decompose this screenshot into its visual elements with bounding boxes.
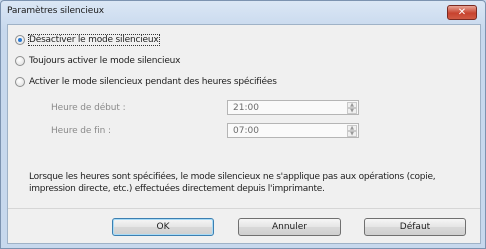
default-button[interactable]: Défaut: [364, 218, 466, 236]
radio-button[interactable]: [15, 35, 25, 45]
stepper-buttons: ▲ ▼: [347, 102, 357, 114]
dialog-window: Paramètres silencieux ✕ Désactiver le mo…: [0, 0, 486, 249]
radio-label: Désactiver le mode silencieux: [28, 34, 160, 46]
ok-button[interactable]: OK: [112, 218, 214, 236]
start-time-value: 21:00: [233, 103, 259, 113]
radio-button[interactable]: [15, 56, 25, 66]
radio-button[interactable]: [15, 77, 25, 87]
title-bar: Paramètres silencieux ✕: [1, 1, 485, 23]
close-button[interactable]: ✕: [447, 5, 477, 20]
divider: [8, 208, 480, 209]
cancel-button[interactable]: Annuler: [238, 218, 341, 236]
radio-disable-silent[interactable]: Désactiver le mode silencieux: [15, 33, 160, 47]
stepper-buttons: ▲ ▼: [347, 125, 357, 137]
dialog-body: Désactiver le mode silencieux Toujours a…: [7, 24, 481, 244]
radio-label: Toujours activer le mode silencieux: [29, 56, 181, 66]
info-note: Lorsque les heures sont spécifiées, le m…: [29, 172, 436, 194]
radio-always-silent[interactable]: Toujours activer le mode silencieux: [15, 54, 180, 68]
start-time-label: Heure de début :: [51, 103, 126, 113]
close-icon: ✕: [457, 7, 467, 18]
start-time-stepper[interactable]: 21:00 ▲ ▼: [227, 100, 359, 115]
stepper-down-icon[interactable]: ▼: [347, 131, 357, 137]
dialog-title: Paramètres silencieux: [7, 6, 105, 16]
radio-label: Activer le mode silencieux pendant des h…: [29, 77, 277, 87]
stepper-down-icon[interactable]: ▼: [347, 108, 357, 114]
radio-scheduled-silent[interactable]: Activer le mode silencieux pendant des h…: [15, 75, 277, 89]
end-time-label: Heure de fin :: [51, 126, 111, 136]
end-time-stepper[interactable]: 07:00 ▲ ▼: [227, 123, 359, 138]
end-time-value: 07:00: [233, 126, 259, 136]
